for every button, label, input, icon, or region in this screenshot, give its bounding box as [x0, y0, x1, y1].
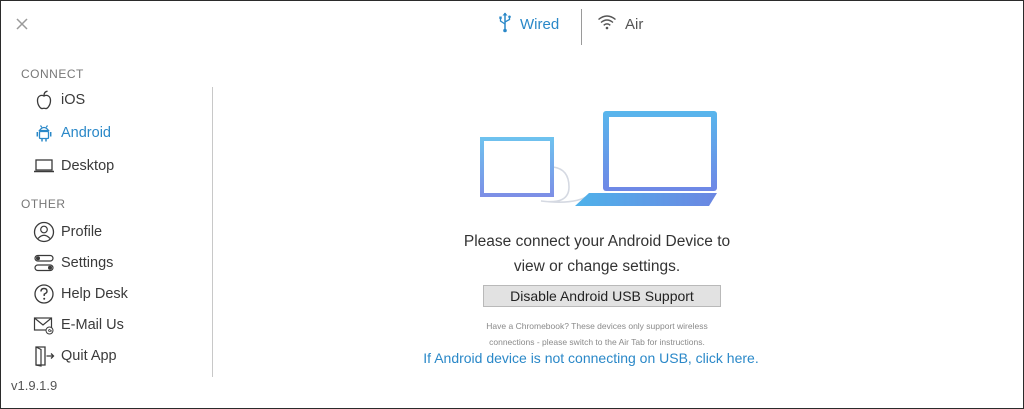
chromebook-note: Have a Chromebook? These devices only su… [459, 318, 735, 350]
tab-divider [581, 9, 582, 45]
close-icon[interactable] [13, 15, 31, 33]
sidebar-item-help-desk[interactable]: Help Desk [33, 282, 128, 306]
mail-icon [33, 314, 55, 336]
message-line-1: Please connect your Android Device to [463, 233, 731, 250]
user-icon [33, 221, 55, 243]
note-line-2: connections - please switch to the Air T… [489, 337, 705, 347]
sidebar-item-desktop[interactable]: Desktop [33, 154, 114, 178]
apple-icon [33, 89, 55, 111]
sidebar-item-label: iOS [61, 92, 86, 108]
usb-help-link[interactable]: If Android device is not connecting on U… [381, 350, 801, 366]
sidebar-divider [212, 87, 213, 377]
sidebar-item-email-us[interactable]: E-Mail Us [33, 313, 124, 337]
disable-android-usb-button[interactable]: Disable Android USB Support [483, 285, 721, 307]
help-icon [33, 283, 55, 305]
sidebar-item-label: Android [61, 125, 111, 141]
sidebar-item-label: Help Desk [61, 286, 128, 302]
connect-message: Please connect your Android Device to vi… [421, 229, 773, 279]
android-icon [33, 122, 55, 144]
usb-icon [498, 11, 512, 37]
note-line-1: Have a Chromebook? These devices only su… [486, 321, 708, 331]
tab-air[interactable]: Air [597, 12, 643, 36]
tab-air-label: Air [625, 15, 644, 33]
sidebar-item-android[interactable]: Android [33, 121, 111, 145]
other-section-title: OTHER [21, 197, 66, 211]
sidebar-item-label: E-Mail Us [61, 317, 124, 333]
tab-wired-label: Wired [520, 15, 560, 33]
devices-illustration [471, 105, 721, 213]
laptop-icon [33, 155, 55, 177]
sidebar-item-settings[interactable]: Settings [33, 251, 113, 275]
sidebar-item-label: Desktop [61, 158, 115, 174]
sidebar-item-profile[interactable]: Profile [33, 220, 102, 244]
connect-section-title: CONNECT [21, 67, 84, 81]
version-label: v1.9.1.9 [11, 378, 58, 393]
sidebar-item-label: Profile [61, 224, 103, 240]
sidebar-item-label: Quit App [61, 348, 117, 364]
wifi-icon [597, 14, 617, 34]
sidebar-item-quit-app[interactable]: Quit App [33, 344, 117, 368]
sidebar-item-ios[interactable]: iOS [33, 88, 85, 112]
app-window: Wired Air CONNECT iOS Android Desktop OT… [0, 0, 1024, 409]
message-line-2: view or change settings. [513, 258, 681, 275]
sidebar-item-label: Settings [61, 255, 114, 271]
exit-icon [33, 345, 55, 367]
toggles-icon [33, 252, 55, 274]
tab-wired[interactable]: Wired [498, 12, 559, 36]
